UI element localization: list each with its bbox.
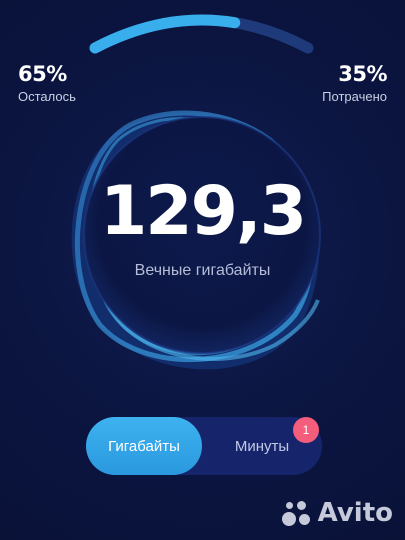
tab-gigabytes[interactable]: Гигабайты <box>86 417 202 475</box>
balance-caption: Вечные гигабайты <box>134 262 271 279</box>
watermark-text: Avito <box>317 498 393 528</box>
balance-screen: 65% Осталось 35% Потрачено 129,3 Вечные … <box>0 0 405 540</box>
balance-value: 129,3 <box>99 172 307 251</box>
remaining-stat: 65% Осталось <box>18 62 76 104</box>
spent-stat: 35% Потрачено <box>322 62 387 104</box>
avito-logo-icon <box>280 498 314 528</box>
spent-percent: 35% <box>338 62 387 86</box>
remaining-percent: 65% <box>18 62 67 86</box>
unit-toggle: Гигабайты Минуты <box>86 417 322 475</box>
minutes-notification-badge: 1 <box>293 417 319 443</box>
avito-watermark: Avito <box>280 498 393 528</box>
